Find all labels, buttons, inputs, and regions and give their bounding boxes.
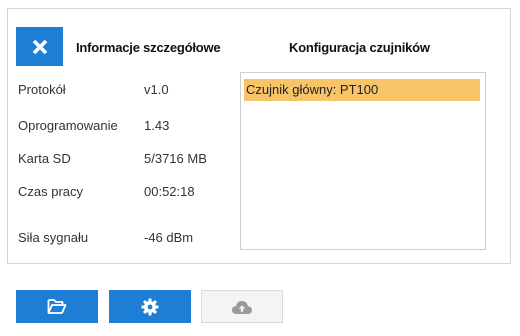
firmware-label: Oprogramowanie bbox=[18, 118, 118, 133]
sensor-list-item-selected[interactable]: Czujnik główny: PT100 bbox=[244, 79, 480, 101]
gear-icon bbox=[141, 298, 159, 315]
protocol-value: v1.0 bbox=[144, 82, 169, 97]
uptime-label: Czas pracy bbox=[18, 184, 84, 199]
close-icon bbox=[32, 39, 47, 54]
protocol-label: Protokół bbox=[18, 82, 66, 97]
upload-button[interactable] bbox=[201, 290, 283, 323]
sd-card-value: 5/3716 MB bbox=[144, 151, 207, 166]
signal-value: -46 dBm bbox=[144, 230, 194, 245]
sd-card-label: Karta SD bbox=[18, 151, 71, 166]
close-button[interactable] bbox=[16, 27, 63, 66]
cloud-upload-icon bbox=[232, 300, 252, 314]
settings-button[interactable] bbox=[109, 290, 191, 323]
uptime-value: 00:52:18 bbox=[144, 184, 195, 199]
open-file-button[interactable] bbox=[16, 290, 98, 323]
signal-label: Siła sygnału bbox=[18, 230, 89, 245]
firmware-value: 1.43 bbox=[144, 118, 170, 133]
folder-open-icon bbox=[47, 299, 67, 314]
sensor-list[interactable]: Czujnik główny: PT100 bbox=[240, 72, 486, 250]
details-title: Informacje szczegółowe bbox=[76, 40, 221, 55]
sensors-title: Konfiguracja czujników bbox=[289, 40, 430, 55]
